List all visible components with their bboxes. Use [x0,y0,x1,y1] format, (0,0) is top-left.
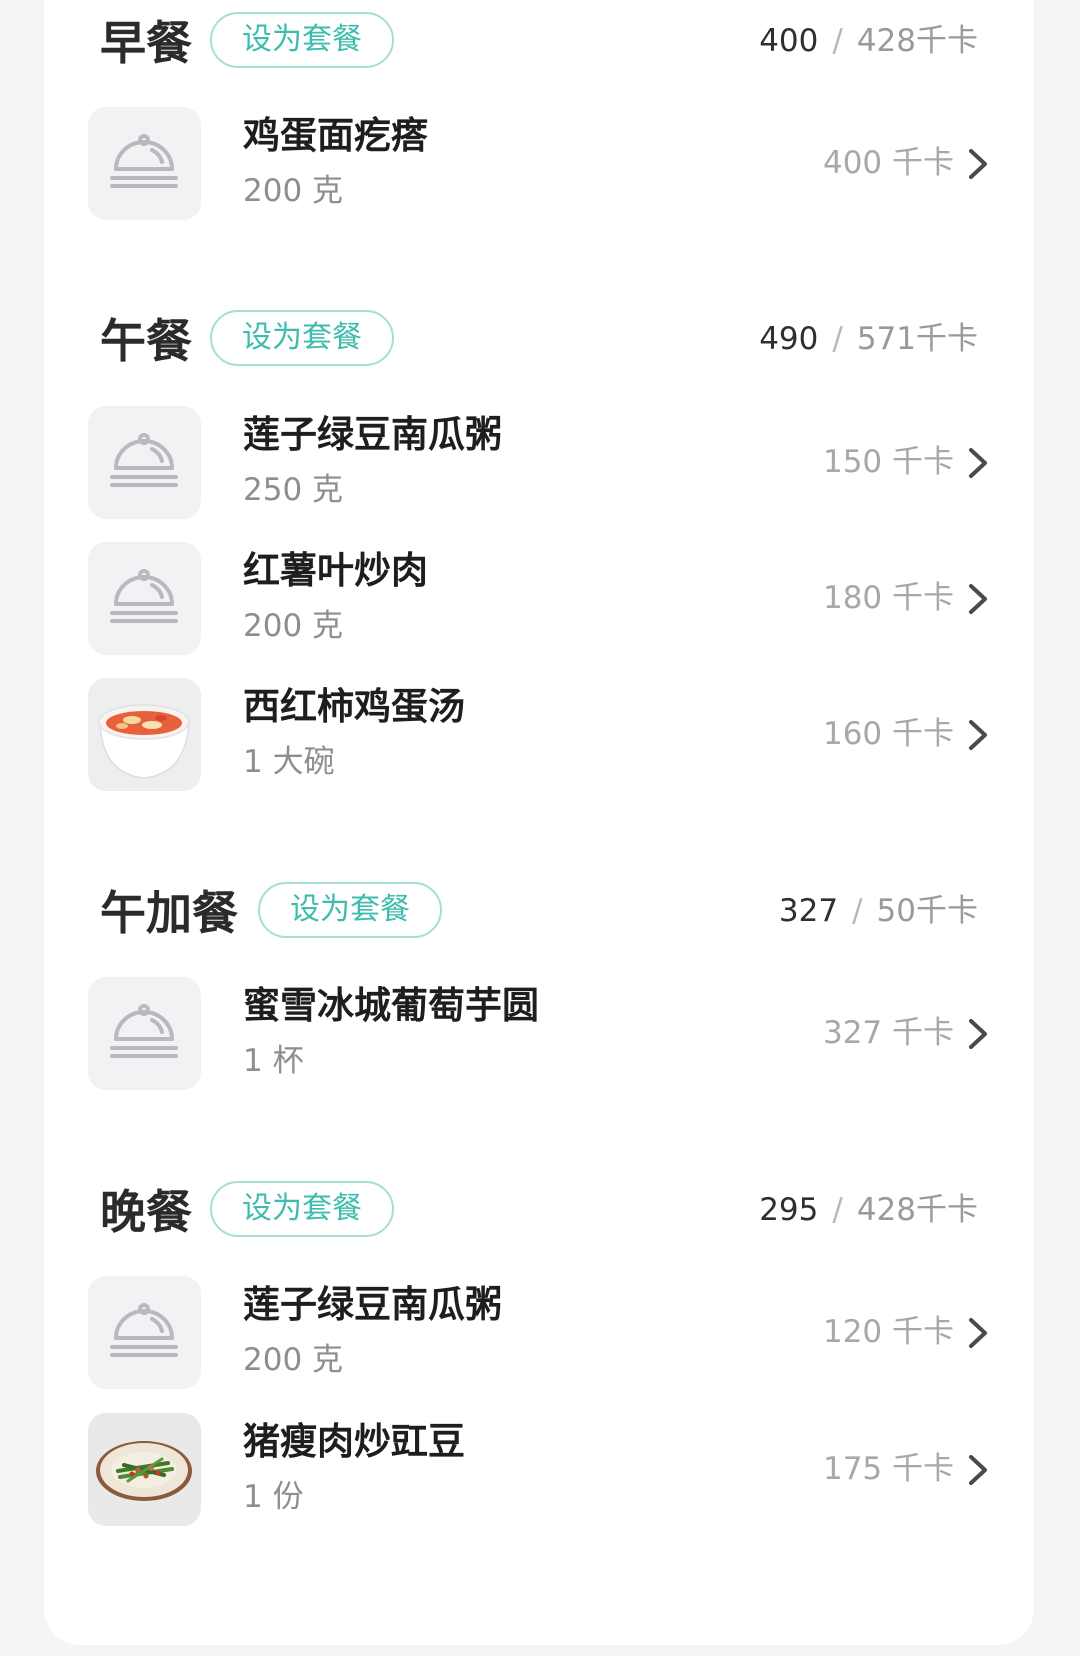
chevron-right-icon [969,448,987,478]
chevron-right-icon [969,149,987,179]
dish-cover-icon [88,977,201,1090]
meal-title: 午加餐 [100,886,238,940]
target-kcal: 428千卡 [856,1192,978,1228]
food-kcal: 160 千卡 [822,716,954,752]
meal-kcal-summary: 295 / 428千卡 [759,1187,978,1233]
target-kcal: 50千卡 [876,893,978,929]
dish-cover-icon [88,406,201,519]
eaten-kcal: 490 [759,321,819,357]
set-as-combo-button[interactable]: 设为套餐 [210,310,394,366]
food-amount: 1 杯 [243,1043,304,1079]
food-item[interactable]: 西红柿鸡蛋汤 1 大碗 160 千卡 [44,678,1034,792]
food-kcal: 400 千卡 [822,145,954,181]
target-kcal: 428千卡 [856,23,978,59]
meal-header-breakfast: 早餐 设为套餐 400 / 428千卡 [44,8,1034,78]
chevron-right-icon [969,1455,987,1485]
meal-title: 晚餐 [100,1185,192,1239]
food-amount: 250 克 [243,472,344,508]
set-as-combo-button[interactable]: 设为套餐 [258,882,442,938]
tomato-egg-soup-photo [88,678,201,791]
chevron-right-icon [969,1019,987,1049]
stir-fried-beans-photo [88,1413,201,1526]
food-kcal: 175 千卡 [822,1451,954,1487]
food-item[interactable]: 猪瘦肉炒豇豆 1 份 175 千卡 [44,1413,1034,1527]
meal-header-dinner: 晚餐 设为套餐 295 / 428千卡 [44,1177,1034,1247]
food-name: 鸡蛋面疙瘩 [243,114,428,157]
food-item[interactable]: 鸡蛋面疙瘩 200 克 400 千卡 [44,107,1034,221]
food-name: 猪瘦肉炒豇豆 [243,1420,465,1463]
meal-title: 早餐 [100,16,192,70]
food-name: 莲子绿豆南瓜粥 [243,1283,502,1326]
food-name: 红薯叶炒肉 [243,549,428,592]
meal-header-lunch: 午餐 设为套餐 490 / 571千卡 [44,306,1034,376]
food-item[interactable]: 红薯叶炒肉 200 克 180 千卡 [44,542,1034,656]
chevron-right-icon [969,720,987,750]
kcal-separator: / [852,893,863,929]
meal-list-card: 早餐 设为套餐 400 / 428千卡 鸡蛋面疙瘩 200 克 400 千卡 午餐 … [44,0,1034,1645]
food-kcal: 150 千卡 [822,444,954,480]
eaten-kcal: 295 [759,1192,819,1228]
food-amount: 1 大碗 [243,744,335,780]
target-kcal: 571千卡 [856,321,978,357]
food-item[interactable]: 莲子绿豆南瓜粥 250 克 150 千卡 [44,406,1034,520]
dish-cover-icon [88,1276,201,1389]
food-name: 莲子绿豆南瓜粥 [243,413,502,456]
food-kcal: 327 千卡 [822,1015,954,1051]
eaten-kcal: 400 [759,23,819,59]
food-kcal: 180 千卡 [822,580,954,616]
food-amount: 200 克 [243,608,344,644]
food-item[interactable]: 莲子绿豆南瓜粥 200 克 120 千卡 [44,1276,1034,1390]
set-as-combo-button[interactable]: 设为套餐 [210,1181,394,1237]
dish-cover-icon [88,107,201,220]
food-item[interactable]: 蜜雪冰城葡萄芋圆 1 杯 327 千卡 [44,977,1034,1091]
meal-kcal-summary: 400 / 428千卡 [759,18,978,64]
eaten-kcal: 327 [778,893,839,929]
kcal-separator: / [832,321,843,357]
meal-header-afternoon-snack: 午加餐 设为套餐 327 / 50千卡 [44,878,1034,948]
meal-kcal-summary: 327 / 50千卡 [779,888,978,934]
food-name: 西红柿鸡蛋汤 [243,685,465,728]
meal-title: 午餐 [100,314,192,368]
food-name: 蜜雪冰城葡萄芋圆 [243,984,539,1027]
food-kcal: 120 千卡 [822,1314,954,1350]
food-amount: 200 克 [243,1342,344,1378]
chevron-right-icon [969,1318,987,1348]
meal-kcal-summary: 490 / 571千卡 [759,316,978,362]
kcal-separator: / [832,23,843,59]
dish-cover-icon [88,542,201,655]
chevron-right-icon [969,584,987,614]
food-amount: 1 份 [243,1479,304,1515]
food-amount: 200 克 [243,173,344,209]
kcal-separator: / [832,1192,843,1228]
set-as-combo-button[interactable]: 设为套餐 [210,12,394,68]
